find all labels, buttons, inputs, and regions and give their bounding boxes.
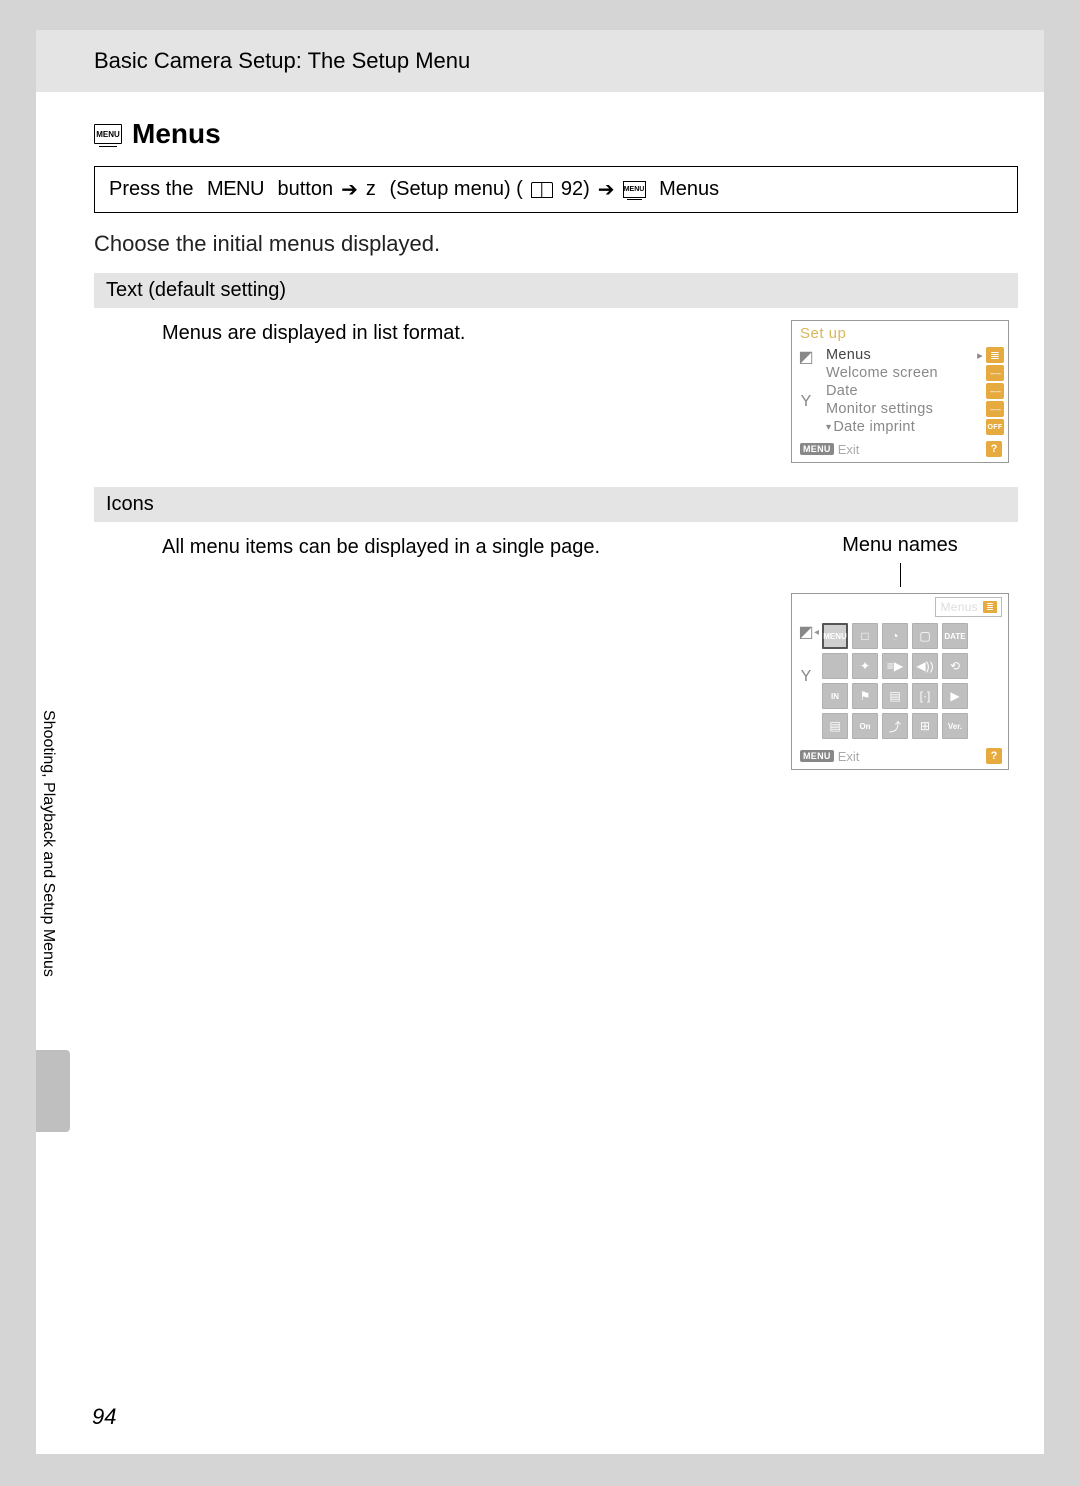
grid-icon: ▢ (912, 623, 938, 649)
manual-page: Basic Camera Setup: The Setup Menu MENU … (36, 30, 1044, 1454)
arrow-right-icon: ➔ (341, 177, 358, 202)
lcd-exit-label: MENU Exit (800, 749, 859, 764)
setting-description: Menus are displayed in list format. (162, 320, 762, 345)
side-section-label: Shooting, Playback and Setup Menus (39, 710, 57, 977)
grid-icon (822, 653, 848, 679)
lcd-preview-icons: Menus ◩ Y MENU □ ◔ ▢ (791, 593, 1009, 770)
preview-column: Set up ◩ Y Menus ▸ (782, 320, 1018, 463)
grid-icon: ⚑ (852, 683, 878, 709)
dash-badge-icon (986, 365, 1004, 381)
grid-icon: IN (822, 683, 848, 709)
setting-heading-icons: Icons (94, 487, 1018, 522)
grid-icon-menu: MENU (822, 623, 848, 649)
preview-caption: Menu names (842, 534, 958, 557)
lcd-row-monitor: Monitor settings (822, 400, 1008, 418)
lcd-icon-header: Menus (792, 594, 1008, 619)
book-icon (531, 182, 553, 198)
lcd-side-tabs: ◩ Y (792, 344, 820, 438)
menu-glyph-icon: MENU (623, 181, 646, 198)
nav-page-ref: 92) (561, 178, 590, 201)
page-number: 94 (92, 1404, 116, 1430)
dash-badge-icon (986, 401, 1004, 417)
lcd-preview-list: Set up ◩ Y Menus ▸ (791, 320, 1009, 463)
setting-heading-text: Text (default setting) (94, 273, 1018, 308)
nav-text: (Setup menu) ( (389, 178, 522, 201)
dash-badge-icon (986, 383, 1004, 399)
caret-right-icon: ▸ (977, 349, 983, 362)
lcd-icon-header-box: Menus (935, 597, 1002, 617)
side-thumb-tab (36, 1050, 70, 1132)
section-title: Menus (132, 118, 221, 150)
section-intro: Choose the initial menus displayed. (94, 231, 1018, 257)
nav-text: button (278, 178, 334, 201)
lcd-footer: MENU Exit ? (792, 745, 1008, 769)
page-header-title: Basic Camera Setup: The Setup Menu (94, 48, 470, 73)
lcd-row-menus: Menus ▸ (822, 346, 1008, 364)
grid-icon: ⊞ (912, 713, 938, 739)
breadcrumb-path: Press the MENU button ➔ z (Setup menu) (… (94, 166, 1018, 213)
grid-icon: ✦ (852, 653, 878, 679)
help-icon: ? (986, 441, 1002, 457)
lcd-exit-label: MENU Exit (800, 442, 859, 457)
grid-icon: [·] (912, 683, 938, 709)
grid-icon: ◔ (882, 623, 908, 649)
lcd-icon-grid: MENU □ ◔ ▢ DATE ✦ ≡▶ ◀)) ⟲ IN ⚑ (820, 619, 1008, 745)
grid-icon: ▶ (942, 683, 968, 709)
setting-description: All menu items can be displayed in a sin… (162, 534, 762, 559)
setting-body-icons: All menu items can be displayed in a sin… (94, 534, 1018, 770)
lcd-row-welcome: Welcome screen (822, 364, 1008, 382)
grid-icon: ⟲ (942, 653, 968, 679)
lcd-side-tabs: ◩ Y (792, 619, 820, 745)
list-badge-icon (986, 347, 1004, 363)
grid-icon: ⤴ (882, 713, 908, 739)
lcd-body: ◩ Y MENU □ ◔ ▢ DATE ✦ ≡▶ ◀)) (792, 619, 1008, 745)
lcd-row-date: Date (822, 382, 1008, 400)
camera-icon: ◩ (798, 625, 813, 641)
lcd-row-dateimprint: ▾ Date imprint (822, 418, 1008, 436)
leader-line (900, 563, 901, 587)
preview-column: Menu names Menus ◩ Y (782, 534, 1018, 770)
camera-icon: ◩ (798, 350, 813, 366)
lcd-footer: MENU Exit ? (792, 438, 1008, 462)
nav-text: Press the (109, 178, 193, 201)
setting-body-text: Menus are displayed in list format. Set … (94, 320, 1018, 463)
caret-down-icon: ▾ (826, 422, 831, 433)
nav-tail: Menus (659, 178, 719, 201)
grid-icon: ◀)) (912, 653, 938, 679)
lcd-body: ◩ Y Menus ▸ Welcome screen (792, 344, 1008, 438)
grid-icon: Ver. (942, 713, 968, 739)
page-content: MENU Menus Press the MENU button ➔ z (Se… (36, 92, 1044, 770)
grid-icon: ▤ (882, 683, 908, 709)
grid-icon: ▤ (822, 713, 848, 739)
page-header: Basic Camera Setup: The Setup Menu (36, 30, 1044, 92)
grid-icon: On (852, 713, 878, 739)
menu-glyph-icon: MENU (94, 124, 122, 144)
grid-icon: DATE (942, 623, 968, 649)
wrench-icon: Y (801, 394, 812, 410)
off-badge-icon (986, 419, 1004, 435)
z-glyph: z (366, 178, 376, 201)
list-badge-icon (983, 601, 997, 613)
menu-button-label: MENU (207, 178, 264, 201)
section-title-row: MENU Menus (94, 118, 1018, 150)
arrow-right-icon: ➔ (598, 177, 615, 202)
wrench-icon: Y (801, 669, 812, 685)
lcd-menu-list: Menus ▸ Welcome screen Date (820, 344, 1008, 438)
grid-icon: □ (852, 623, 878, 649)
help-icon: ? (986, 748, 1002, 764)
lcd-header: Set up (792, 321, 1008, 344)
grid-icon: ≡▶ (882, 653, 908, 679)
